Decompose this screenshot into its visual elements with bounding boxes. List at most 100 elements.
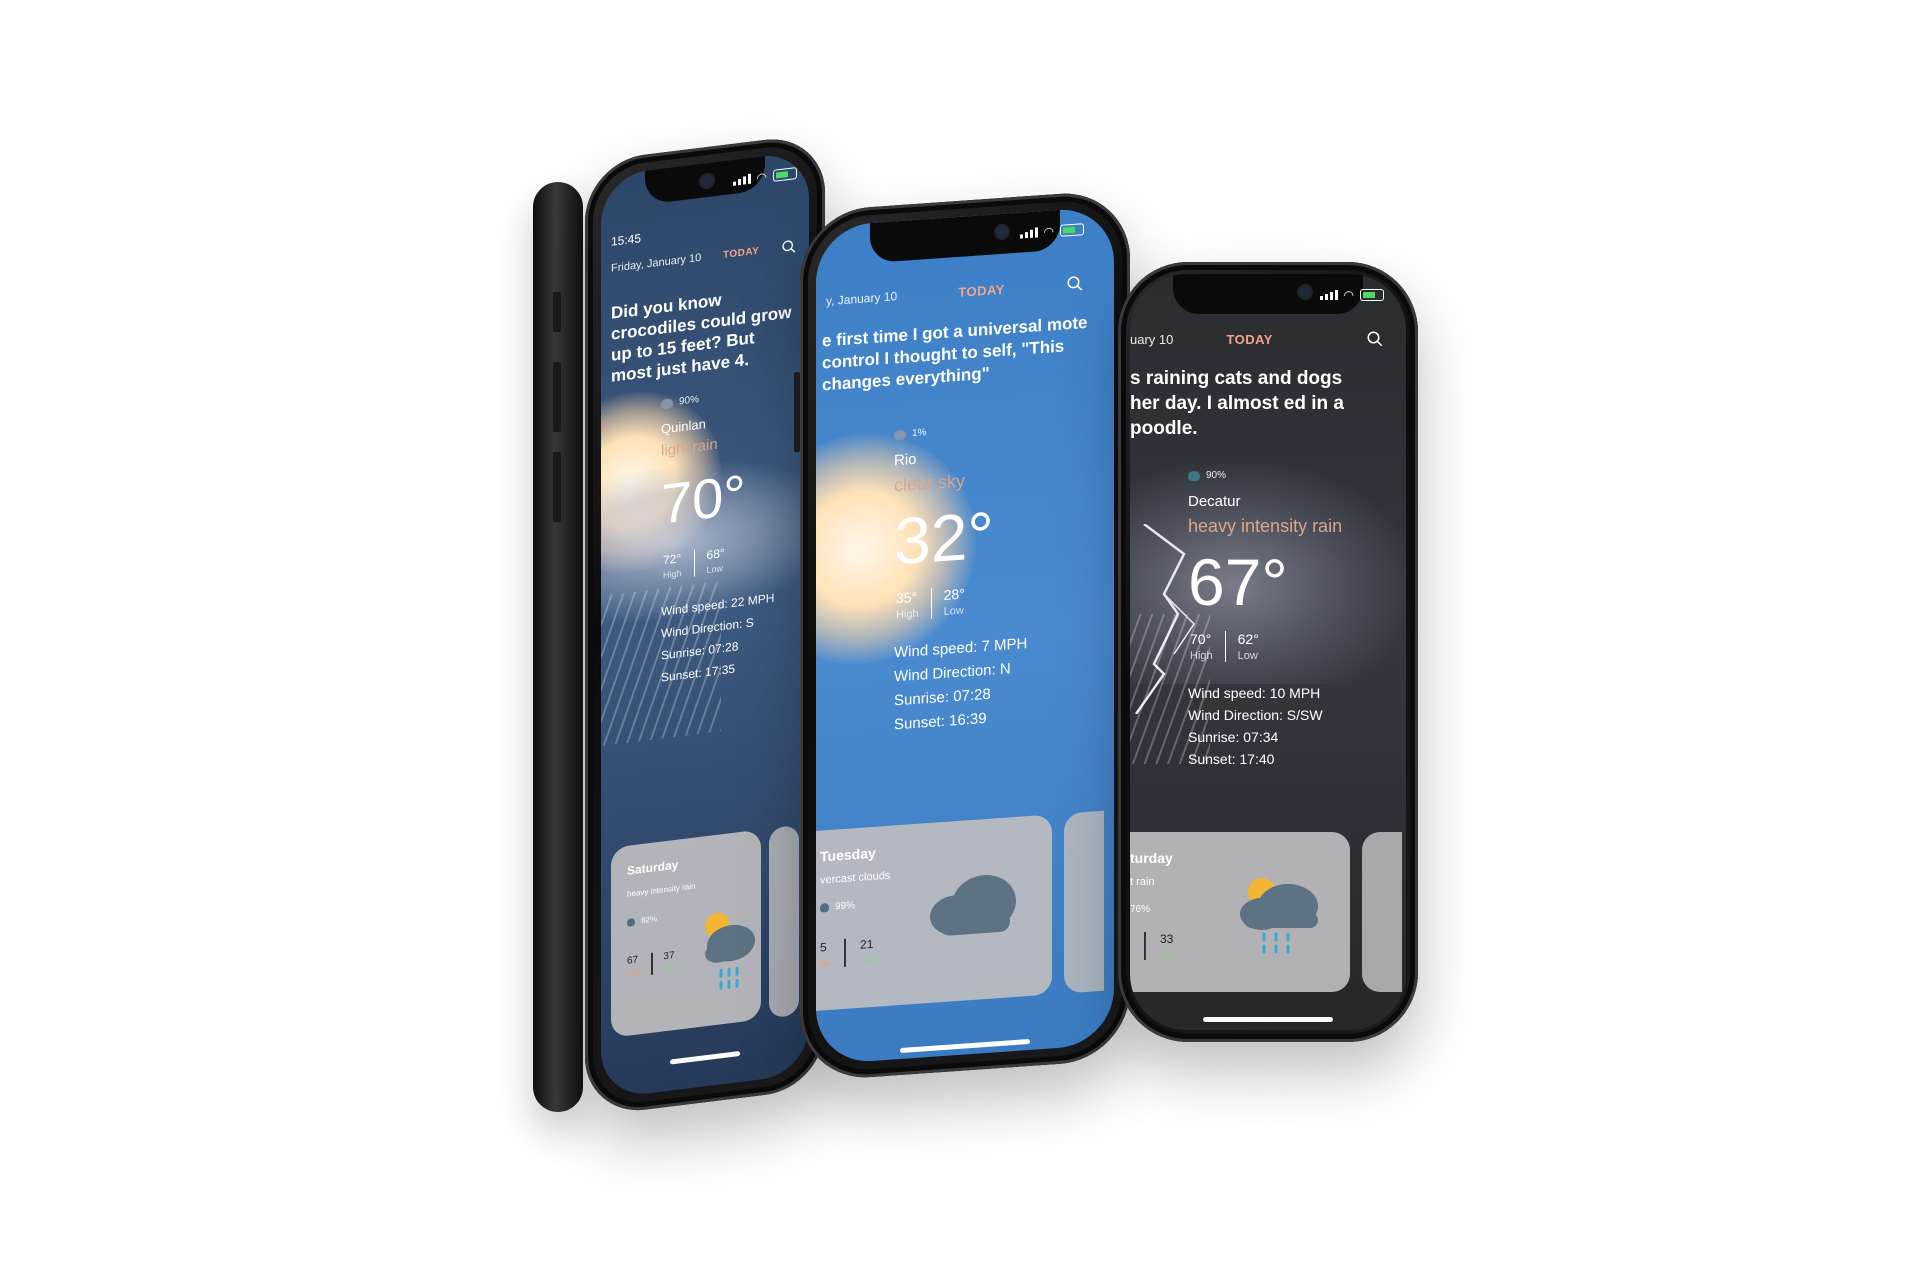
precip-row: 1% [894, 420, 1027, 440]
signal-icon [732, 173, 751, 186]
high-low: 72° High 68° Low [661, 540, 774, 581]
sunset: Sunset: 17:40 [1188, 751, 1275, 767]
forecast-card[interactable]: turday t rain 76% 33 Low [1130, 832, 1350, 992]
precip-value: 1% [912, 427, 927, 440]
high-label: High [896, 607, 919, 622]
precip-value: 90% [679, 394, 700, 408]
search-icon[interactable] [1066, 274, 1084, 293]
weather-details: Wind speed: 10 MPH Wind Direction: S/SW … [1188, 682, 1342, 770]
forecast-day: Saturday [627, 857, 679, 878]
home-indicator[interactable] [670, 1050, 740, 1065]
side-button-mid [553, 362, 561, 432]
phone-quinlan: 15:45 ◠ Friday, January 10 TODAY Did you… [585, 132, 825, 1117]
header-row: uary 10 TODAY [1130, 330, 1384, 348]
side-button-lower [553, 452, 561, 522]
high-low: 35° High 28° Low [894, 581, 1027, 622]
phone-rio: ◠ y, January 10 TODAY e first time I got… [794, 188, 1130, 1083]
forecast-card-next[interactable] [1064, 810, 1104, 994]
home-indicator[interactable] [1203, 1017, 1333, 1022]
forecast-description: vercast clouds [820, 869, 891, 887]
weather-description: clear sky [894, 470, 966, 496]
battery-icon [1360, 289, 1384, 301]
high-value: 70° [1190, 631, 1212, 647]
forecast-card[interactable]: Saturday heavy intensity rain 82% 67 High… [611, 829, 761, 1038]
phone-decatur: ◠ uary 10 TODAY s raining cats and dogs … [1118, 262, 1418, 1042]
cloud-icon [930, 875, 1016, 936]
forecast-precip: 82% [627, 914, 657, 927]
joke-text: e first time I got a universal mote cont… [822, 312, 1088, 395]
weather-description: heavy intensity rain [1188, 516, 1343, 536]
forecast-high: 5 [820, 940, 827, 955]
high-value: 35° [896, 588, 918, 607]
tab-today[interactable]: TODAY [1226, 332, 1273, 347]
forecast-card-next[interactable] [769, 824, 799, 1019]
weather-details: Wind speed: 22 MPH Wind Direction: S Sun… [661, 587, 774, 689]
forecast-day: turday [1130, 850, 1173, 866]
forecast-high-low: 67 High 37 Low [627, 948, 690, 978]
high-low: 70° High 62° Low [1188, 631, 1342, 662]
forecast-low: 33 [1160, 932, 1174, 946]
search-icon[interactable] [781, 238, 797, 256]
tab-today[interactable]: TODAY [723, 245, 759, 260]
forecast-high: 67 [627, 954, 639, 967]
status-time: 15:45 [611, 231, 642, 249]
status-bar: ◠ [1319, 288, 1384, 302]
sun-cloud-rain-icon [1240, 878, 1318, 954]
signal-icon [1319, 290, 1338, 300]
forecast-precip-value: 76% [1130, 904, 1151, 915]
forecast-high-label: gh [820, 957, 831, 969]
forecast-day: Tuesday [820, 844, 876, 865]
date-label: uary 10 [1130, 331, 1174, 347]
high-label: High [663, 568, 682, 581]
forecast-precip-value: 82% [641, 914, 658, 926]
low-value: 68° [706, 545, 725, 563]
date-label: Friday, January 10 [611, 251, 702, 275]
joke-text: s raining cats and dogs her day. I almos… [1130, 368, 1344, 439]
battery-icon [773, 166, 797, 182]
date-label: y, January 10 [826, 289, 898, 309]
precip-icon [661, 397, 673, 410]
status-bar: ◠ [1019, 222, 1084, 241]
phone-screen: ◠ uary 10 TODAY s raining cats and dogs … [1130, 274, 1406, 1030]
low-value: 62° [1237, 631, 1259, 647]
forecast-precip-value: 99% [835, 900, 856, 913]
forecast-low: 21 [860, 936, 874, 952]
wifi-icon: ◠ [1043, 224, 1054, 239]
search-icon[interactable] [1366, 330, 1384, 348]
home-indicator[interactable] [900, 1038, 1030, 1054]
precip-icon [894, 429, 906, 440]
low-label: Low [1237, 650, 1258, 662]
forecast-card-next[interactable] [1362, 832, 1402, 992]
wifi-icon: ◠ [1343, 288, 1354, 302]
precip-icon [627, 917, 635, 927]
weather-summary: 1% Rio clear sky 32° 35° High 28° Low Wind… [894, 420, 1027, 737]
precip-row: 90% [661, 385, 774, 410]
side-button [794, 372, 800, 453]
forecast-high-label: High [627, 969, 642, 978]
current-temp: 70° [661, 462, 746, 536]
wind-direction: Wind Direction: S/SW [1188, 707, 1323, 723]
precip-icon [1188, 470, 1200, 481]
low-label: Low [706, 563, 724, 576]
precip-row: 90% [1188, 470, 1342, 481]
tab-today[interactable]: TODAY [958, 281, 1005, 299]
current-temp: 67° [1188, 545, 1288, 619]
forecast-description: t rain [1130, 876, 1155, 888]
phone-screen: 15:45 ◠ Friday, January 10 TODAY Did you… [601, 150, 809, 1100]
forecast-low-label: Low [860, 954, 877, 966]
high-label: High [1190, 650, 1213, 662]
forecast-low: 37 [663, 950, 675, 963]
header-row: y, January 10 TODAY [826, 274, 1084, 310]
wind-speed: Wind speed: 10 MPH [1188, 685, 1321, 701]
forecast-card[interactable]: Tuesday vercast clouds 99% 5 gh 21 Low [816, 814, 1052, 1011]
phone-side-edge [533, 182, 583, 1112]
forecast-description: heavy intensity rain [627, 881, 696, 899]
battery-icon [1060, 223, 1084, 237]
low-value: 28° [943, 585, 965, 603]
city-name: Decatur [1188, 493, 1241, 510]
sun-cloud-rain-icon [705, 912, 755, 990]
wifi-icon: ◠ [756, 169, 767, 185]
joke-text: Did you know crocodiles could grow up to… [611, 290, 792, 386]
forecast-precip: 76% [1130, 904, 1150, 915]
low-label: Low [943, 604, 964, 618]
